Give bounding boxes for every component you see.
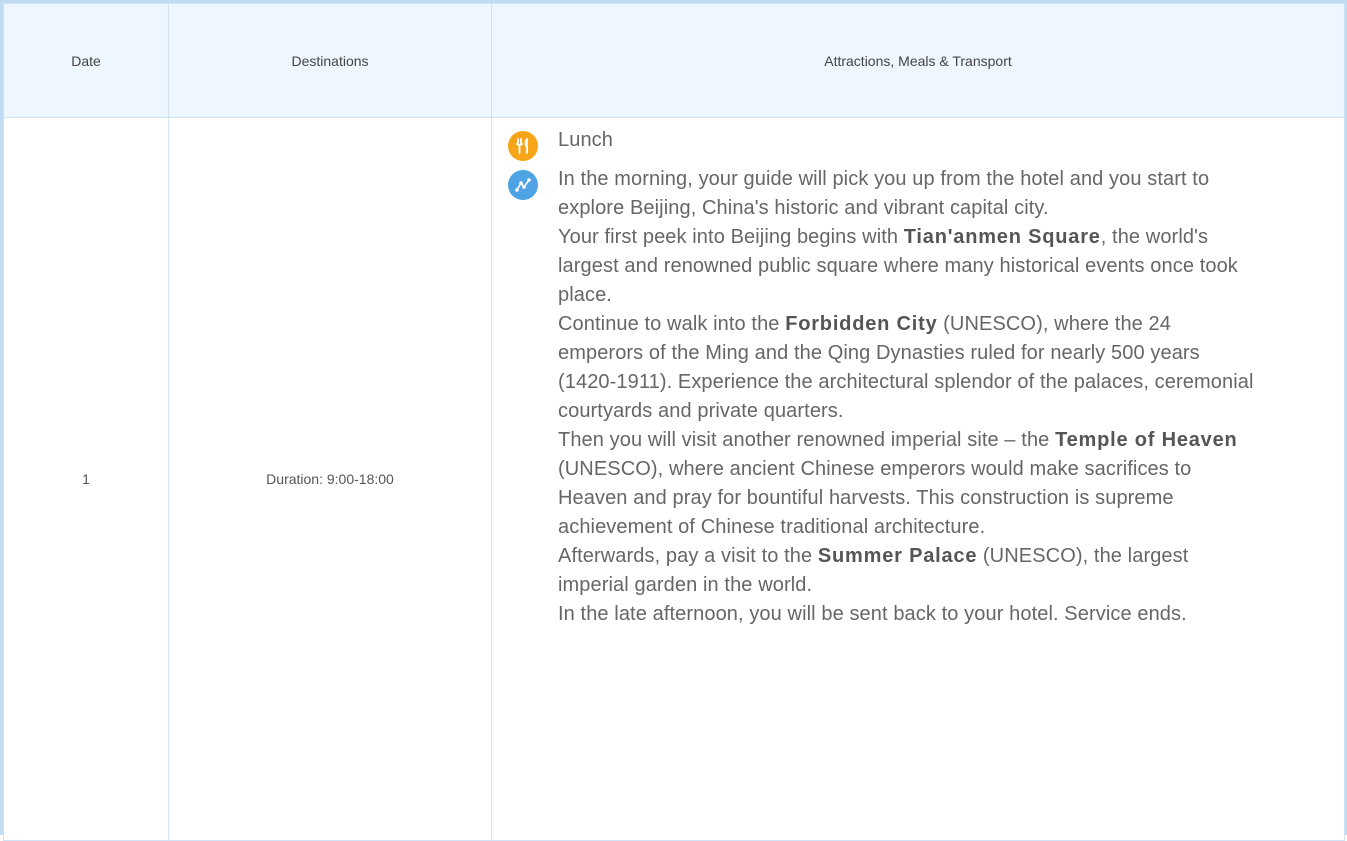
meal-label: Lunch (558, 129, 613, 151)
route-text: Then you will visit another renowned imp… (558, 429, 1056, 451)
attractions-cell: Lunch In the morning, your guide will pi… (491, 117, 1345, 841)
route-paragraph-5: Afterwards, pay a visit to the Summer Pa… (558, 542, 1254, 600)
attraction-summer-palace: Summer Palace (817, 545, 978, 567)
attraction-forbidden-city: Forbidden City (785, 313, 938, 335)
route-paragraph-4: Then you will visit another renowned imp… (558, 426, 1254, 542)
attraction-temple-of-heaven: Temple of Heaven (1055, 429, 1238, 451)
itinerary-frame: Date Destinations Attractions, Meals & T… (0, 0, 1347, 841)
route-description: In the morning, your guide will pick you… (558, 165, 1254, 629)
route-text: Your first peek into Beijing begins with (558, 226, 904, 248)
route-text: Afterwards, pay a visit to the (558, 545, 818, 567)
table-header-row: Date Destinations Attractions, Meals & T… (3, 3, 1345, 118)
itinerary-table: Date Destinations Attractions, Meals & T… (3, 3, 1345, 841)
route-paragraph-1: In the morning, your guide will pick you… (558, 168, 1210, 219)
route-icon (508, 170, 538, 200)
table-row: 1 Duration: 9:00-18:00 Lunch In the morn… (3, 117, 1345, 841)
route-paragraph-3: Continue to walk into the Forbidden City… (558, 310, 1254, 426)
route-paragraph-2: Your first peek into Beijing begins with… (558, 223, 1254, 310)
attraction-tiananmen: Tian'anmen Square (903, 226, 1101, 248)
meal-row: Lunch (508, 126, 1254, 161)
duration-text: Duration: 9:00-18:00 (168, 117, 492, 841)
header-attractions: Attractions, Meals & Transport (491, 3, 1345, 118)
header-date: Date (3, 3, 169, 118)
header-destinations: Destinations (168, 3, 492, 118)
route-row: In the morning, your guide will pick you… (508, 165, 1254, 629)
meal-icon (508, 131, 538, 161)
route-text: Continue to walk into the (558, 313, 786, 335)
route-paragraph-6: In the late afternoon, you will be sent … (558, 603, 1187, 625)
day-number: 1 (3, 117, 169, 841)
route-text: (UNESCO), where ancient Chinese emperors… (558, 458, 1192, 538)
